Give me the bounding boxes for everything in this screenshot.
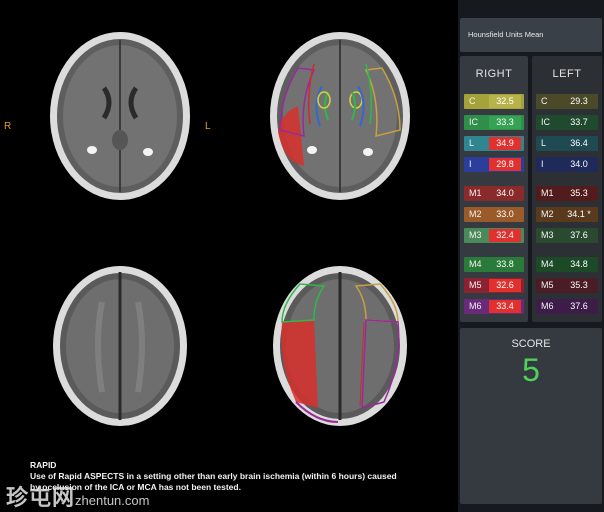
left-column-title: LEFT: [552, 68, 582, 80]
region-label: M2: [469, 209, 482, 219]
right-region-m2: M2 33.0: [464, 207, 524, 222]
region-hu-value: 33.3: [489, 116, 521, 129]
left-region-m5: M5 35.3: [536, 278, 598, 293]
right-region-i: I 29.8: [464, 157, 524, 172]
right-region-l: L 34.9: [464, 136, 524, 151]
score-box: SCORE 5: [460, 328, 602, 504]
region-hu-value: 37.6: [563, 229, 595, 242]
region-hu-value: 35.3: [563, 279, 595, 292]
region-hu-value: 34.8: [563, 258, 595, 271]
region-hu-value: 33.8: [489, 258, 521, 271]
left-side-marker: L: [205, 121, 211, 132]
right-region-c: C 32.5: [464, 94, 524, 109]
region-label: M6: [469, 301, 482, 311]
left-region-ic: IC 33.7: [536, 115, 598, 130]
image-viewer[interactable]: R L RAPID Use of Rapid ASPECTS in a sett…: [0, 0, 456, 512]
region-hu-value: 34.0: [563, 158, 595, 171]
ct-slice-bottom-overlay[interactable]: [270, 262, 410, 430]
region-label: IC: [541, 117, 550, 127]
region-hu-value: 35.3: [563, 187, 595, 200]
region-label: M6: [541, 301, 554, 311]
region-hu-value: 34.1 *: [563, 208, 595, 221]
region-label: C: [469, 96, 476, 106]
region-hu-value: 32.4: [489, 229, 521, 242]
region-label: M3: [469, 230, 482, 240]
region-hu-value: 33.0: [489, 208, 521, 221]
right-region-m4: M4 33.8: [464, 257, 524, 272]
right-region-m1: M1 34.0: [464, 186, 524, 201]
left-region-m6: M6 37.6: [536, 299, 598, 314]
watermark-url: zhentun.com: [75, 493, 150, 508]
left-region-m2: M2 34.1 *: [536, 207, 598, 222]
region-label: M4: [541, 259, 554, 269]
region-hu-value: 29.3: [563, 95, 595, 108]
watermark: 珍屯网zhentun.com: [6, 480, 149, 512]
region-label: L: [541, 138, 547, 148]
left-region-m4: M4 34.8: [536, 257, 598, 272]
region-label: M1: [541, 188, 554, 198]
right-side-marker: R: [4, 121, 12, 132]
right-region-m6: M6 33.4: [464, 299, 524, 314]
region-hu-value: 34.0: [489, 187, 521, 200]
left-region-i: I 34.0: [536, 157, 598, 172]
left-region-c: C 29.3: [536, 94, 598, 109]
region-label: IC: [469, 117, 478, 127]
region-label: I: [541, 159, 544, 169]
score-value: 5: [522, 352, 540, 388]
region-label: M5: [541, 280, 554, 290]
right-column-title: RIGHT: [475, 68, 513, 80]
left-region-l: L 36.4: [536, 136, 598, 151]
left-hemisphere-column: LEFT C 29.3 IC 33.7 L 36.4 I 34.0 M1 35.3 M2 34.1 *…: [532, 56, 602, 322]
right-region-m3: M3 32.4: [464, 228, 524, 243]
region-hu-value: 32.5: [489, 95, 521, 108]
ct-slice-bottom-original[interactable]: [50, 262, 190, 430]
region-label: M5: [469, 280, 482, 290]
ct-slice-top-overlay[interactable]: [266, 28, 414, 204]
right-region-ic: IC 33.3: [464, 115, 524, 130]
region-label: M4: [469, 259, 482, 269]
score-label: SCORE: [511, 338, 551, 350]
region-hu-value: 33.7: [563, 116, 595, 129]
region-label: M3: [541, 230, 554, 240]
ct-slice-top-original[interactable]: [46, 28, 194, 204]
left-region-m1: M1 35.3: [536, 186, 598, 201]
region-label: C: [541, 96, 548, 106]
region-label: L: [469, 138, 475, 148]
panel-header: Hounsfield Units Mean: [460, 18, 602, 52]
aspects-panel: Hounsfield Units Mean RIGHT C 32.5 IC 33.3 L…: [458, 0, 604, 512]
region-hu-value: 36.4: [563, 137, 595, 150]
region-hu-value: 37.6: [563, 300, 595, 313]
right-hemisphere-column: RIGHT C 32.5 IC 33.3 L 34.9 I 29.8 M1 34.0 M2 33.0 M…: [460, 56, 528, 322]
region-label: M1: [469, 188, 482, 198]
panel-header-title: Hounsfield Units Mean: [468, 30, 544, 39]
region-hu-value: 29.8: [489, 158, 521, 171]
region-hu-value: 33.4: [489, 300, 521, 313]
region-label: I: [469, 159, 472, 169]
watermark-main: 珍屯网: [6, 485, 76, 510]
left-region-m3: M3 37.6: [536, 228, 598, 243]
right-region-m5: M5 32.6: [464, 278, 524, 293]
region-hu-value: 34.9: [489, 137, 521, 150]
region-hu-value: 32.6: [489, 279, 521, 292]
disclaimer-title: RAPID: [30, 460, 57, 470]
region-label: M2: [541, 209, 554, 219]
